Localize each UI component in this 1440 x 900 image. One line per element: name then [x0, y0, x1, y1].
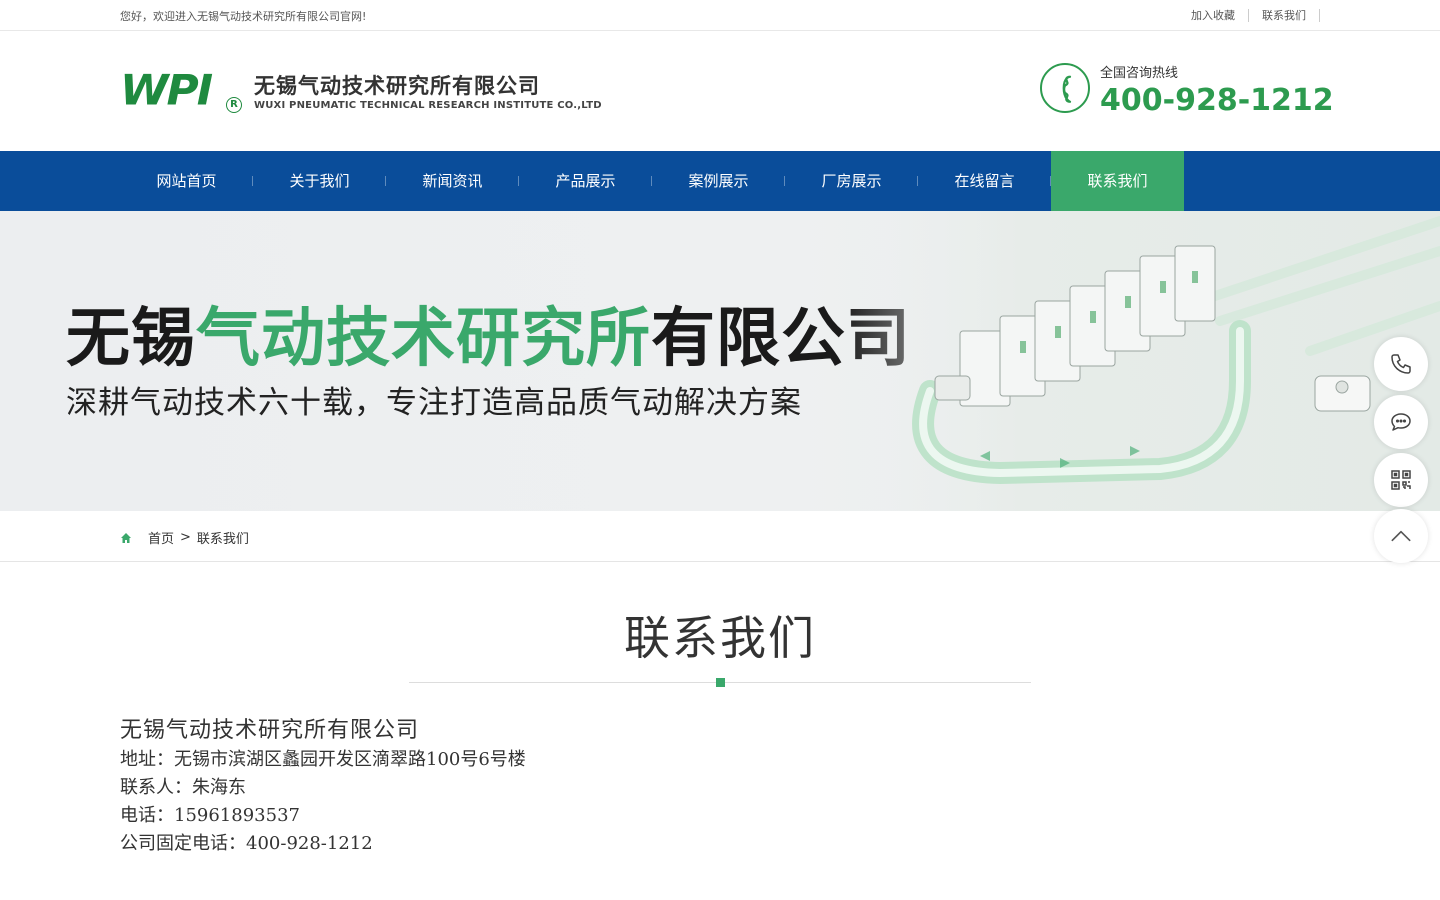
registered-mark: R [226, 97, 242, 113]
hotline-label: 全国咨询热线 [1100, 66, 1179, 81]
contact-person: 联系人：朱海东 [120, 777, 246, 798]
title-divider-dot [716, 678, 725, 687]
logo-mark: WPI R [120, 69, 244, 123]
hotline-number: 400-928-1212 [1100, 83, 1334, 118]
contact-company: 无锡气动技术研究所有限公司 [120, 718, 420, 743]
phone-icon [1040, 63, 1090, 113]
top-bar: 您好，欢迎进入无锡气动技术研究所有限公司官网! 加入收藏 联系我们 [0, 0, 1440, 31]
qrcode-icon [1391, 470, 1411, 490]
logo-name-en: WUXI PNEUMATIC TECHNICAL RESEARCH INSTIT… [254, 100, 602, 111]
nav-item-news[interactable]: 新闻资讯 [386, 151, 519, 211]
nav-item-about[interactable]: 关于我们 [253, 151, 386, 211]
back-to-top-icon [1391, 530, 1411, 542]
breadcrumb: 首页 > 联系我们 [0, 511, 1440, 562]
header: WPI R 无锡气动技术研究所有限公司 WUXI PNEUMATIC TECHN… [0, 31, 1440, 151]
contact-us-link[interactable]: 联系我们 [1249, 9, 1320, 22]
welcome-text: 您好，欢迎进入无锡气动技术研究所有限公司官网! [120, 10, 367, 23]
page-title: 联系我们 [624, 611, 816, 665]
breadcrumb-home-link[interactable]: 首页 [148, 528, 174, 547]
contact-phone: 电话：15961893537 [120, 805, 300, 826]
banner: 无锡气动技术研究所有限公司 深耕气动技术六十载，专注打造高品质气动解决方案 [0, 211, 1440, 511]
banner-subtitle: 深耕气动技术六十载，专注打造高品质气动解决方案 [66, 385, 802, 421]
contact-address: 地址：无锡市滨湖区蠡园开发区滴翠路100号6号楼 [120, 749, 526, 770]
nav-item-products[interactable]: 产品展示 [519, 151, 652, 211]
logo-name-cn: 无锡气动技术研究所有限公司 [254, 74, 540, 98]
nav-item-home[interactable]: 网站首页 [120, 151, 253, 211]
top-links: 加入收藏 联系我们 [1178, 9, 1320, 22]
nav-item-message[interactable]: 在线留言 [918, 151, 1051, 211]
float-phone-button[interactable] [1374, 337, 1428, 391]
logo[interactable]: WPI R 无锡气动技术研究所有限公司 WUXI PNEUMATIC TECHN… [120, 69, 602, 123]
banner-title-part1: 无锡 [66, 302, 196, 376]
phone-icon [1391, 354, 1411, 374]
banner-title-part2: 气动技术研究所 [196, 302, 651, 376]
main-nav: 网站首页 关于我们 新闻资讯 产品展示 案例展示 厂房展示 在线留言 联系我们 [0, 151, 1440, 211]
banner-title: 无锡气动技术研究所有限公司 [66, 303, 911, 375]
add-favorite-link[interactable]: 加入收藏 [1178, 9, 1249, 22]
nav-item-factory[interactable]: 厂房展示 [785, 151, 918, 211]
back-to-top-button[interactable] [1374, 509, 1428, 563]
logo-wpi-text: WPI [120, 66, 213, 115]
breadcrumb-separator: > [180, 530, 191, 545]
hotline: 全国咨询热线 400-928-1212 [1040, 63, 1334, 119]
contact-fixed-phone: 公司固定电话：400-928-1212 [120, 833, 373, 854]
pneumatic-valve-illustration [840, 211, 1440, 511]
nav-item-cases[interactable]: 案例展示 [652, 151, 785, 211]
float-chat-button[interactable] [1374, 395, 1428, 449]
logo-text: 无锡气动技术研究所有限公司 WUXI PNEUMATIC TECHNICAL R… [254, 73, 602, 113]
nav-item-contact[interactable]: 联系我们 [1051, 151, 1184, 211]
chat-icon [1391, 413, 1411, 431]
home-icon [120, 532, 132, 544]
float-qrcode-button[interactable] [1374, 453, 1428, 507]
breadcrumb-current[interactable]: 联系我们 [197, 528, 249, 547]
contact-info: 无锡气动技术研究所有限公司 地址：无锡市滨湖区蠡园开发区滴翠路100号6号楼 联… [120, 716, 526, 858]
